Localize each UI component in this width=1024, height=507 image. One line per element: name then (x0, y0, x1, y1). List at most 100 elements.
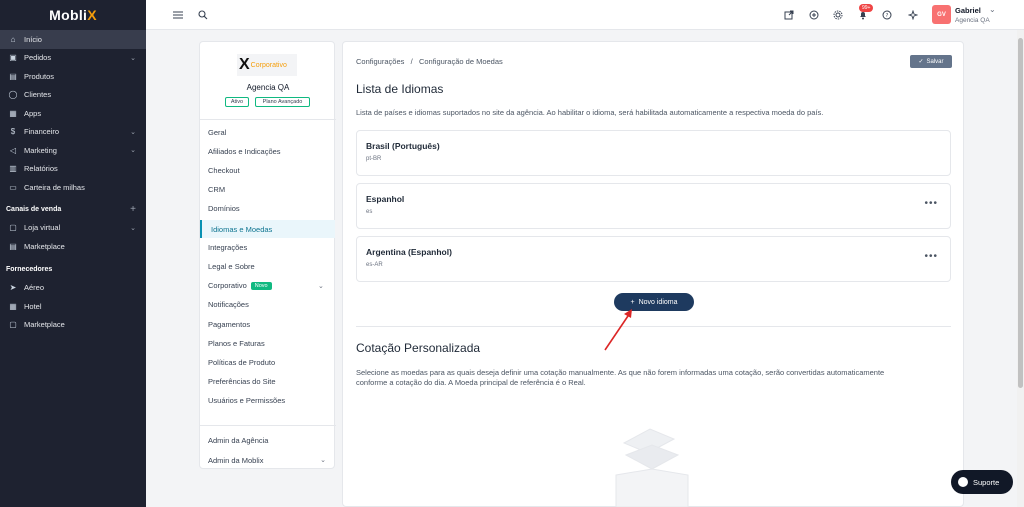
help-icon[interactable]: ? (881, 9, 893, 21)
scrollbar-thumb[interactable] (1018, 38, 1023, 388)
sidebar-item-relat-rios[interactable]: ▥ Relatórios (0, 160, 146, 179)
sidebar-item-in-cio[interactable]: ⌂ Início (0, 30, 146, 49)
settings-item-geral[interactable]: Geral (208, 125, 226, 139)
settings-item-label: Domínios (208, 204, 240, 214)
settings-item-corporativo[interactable]: Corporativo Novo ⌄ (208, 279, 324, 293)
sidebar-item-label: Clientes (24, 90, 52, 100)
add-channel-icon[interactable]: + (130, 204, 136, 215)
settings-item-afiliados-e-indica-es[interactable]: Afiliados e Indicações (208, 144, 281, 158)
language-card[interactable]: Brasil (Português) pt-BR (356, 130, 951, 176)
settings-item-pagamentos[interactable]: Pagamentos (208, 317, 250, 331)
chevron-down-icon[interactable]: ⌄ (318, 282, 324, 290)
save-button[interactable]: ✓ Salvar (910, 55, 952, 68)
chevron-down-icon[interactable]: ⌄ (130, 146, 136, 154)
external-link-icon[interactable] (783, 9, 795, 21)
settings-item-label: Corporativo (208, 281, 247, 291)
language-name: Argentina (Espanhol) (366, 247, 452, 257)
settings-item-admin-moblix[interactable]: Admin da Moblix (208, 453, 328, 467)
sidebar-item-label: Financeiro (24, 127, 60, 137)
sidebar-item-a-reo[interactable]: ➤ Aéreo (0, 279, 146, 298)
sidebar-item-produtos[interactable]: ▤ Produtos (0, 67, 146, 86)
sidebar-item-label: Marketing (24, 145, 57, 155)
sidebar-item-clientes[interactable]: ◯ Clientes (0, 86, 146, 105)
gear-icon[interactable] (832, 9, 844, 21)
support-button[interactable]: Suporte (951, 470, 1013, 494)
sidebar-item-loja-virtual[interactable]: ▢ Loja virtual ⌄ (0, 219, 146, 238)
box-icon: ▤ (9, 71, 17, 81)
settings-item-planos-e-faturas[interactable]: Planos e Faturas (208, 336, 265, 350)
settings-item-label: Notificações (208, 300, 249, 310)
menu-icon[interactable] (172, 9, 184, 21)
language-card[interactable]: Argentina (Espanhol) es-AR ••• (356, 236, 951, 282)
monitor-icon: ▢ (9, 223, 17, 233)
sidebar-item-marketing[interactable]: ◁ Marketing ⌄ (0, 141, 146, 160)
more-options-icon[interactable]: ••• (924, 198, 938, 209)
chevron-down-icon[interactable]: ⌄ (320, 456, 326, 464)
settings-item-label: Integrações (208, 242, 248, 252)
sales-channels-header: Canais de venda + (0, 201, 146, 219)
cart-icon: ▣ (9, 53, 17, 63)
chevron-down-icon[interactable]: ⌄ (130, 128, 136, 136)
settings-item-integra-es[interactable]: Integrações (208, 240, 247, 254)
settings-item-label: Usuários e Permissões (208, 396, 286, 406)
support-label: Suporte (973, 477, 1000, 487)
user-name[interactable]: Gabriel (955, 6, 981, 15)
settings-item-label: Legal e Sobre (208, 261, 255, 271)
settings-item-idiomas-e-moedas[interactable]: Idiomas e Moedas (200, 220, 335, 238)
sparkles-icon[interactable] (907, 9, 919, 21)
sidebar-item-financeiro[interactable]: $ Financeiro ⌄ (0, 123, 146, 142)
languages-description: Lista de países e idiomas suportados no … (356, 108, 824, 117)
status-badge: Ativo (225, 97, 249, 107)
save-label: Salvar (926, 58, 944, 65)
sidebar-item-label: Relatórios (24, 164, 58, 174)
settings-item-admin-agencia[interactable]: Admin da Agência (208, 433, 268, 447)
chevron-down-icon[interactable]: ⌄ (130, 54, 136, 62)
sidebar-item-apps[interactable]: ▦ Apps (0, 104, 146, 123)
check-icon: ✓ (918, 59, 924, 65)
settings-item-dom-nios[interactable]: Domínios (208, 202, 240, 216)
settings-item-checkout[interactable]: Checkout (208, 163, 240, 177)
breadcrumb[interactable]: Configurações / Configuração de Moedas (356, 57, 503, 66)
settings-item-notifica-es[interactable]: Notificações (208, 298, 249, 312)
settings-item-prefer-ncias-do-site[interactable]: Preferências do Site (208, 375, 276, 389)
svg-text:?: ? (886, 13, 889, 19)
settings-item-legal-e-sobre[interactable]: Legal e Sobre (208, 259, 255, 273)
divider (200, 119, 336, 120)
chevron-down-icon[interactable]: ⌄ (989, 5, 996, 14)
sidebar-item-pedidos[interactable]: ▣ Pedidos ⌄ (0, 49, 146, 68)
sidebar-item-label: Produtos (24, 71, 55, 81)
quote-description-line-2: conforme a cotação do dia. A Moeda princ… (356, 378, 586, 387)
sidebar-item-marketplace[interactable]: ▢ Marketplace (0, 316, 146, 335)
sidebar-item-marketplace[interactable]: ▤ Marketplace (0, 237, 146, 256)
settings-item-usu-rios-e-permiss-es[interactable]: Usuários e Permissões (208, 394, 285, 408)
settings-item-crm[interactable]: CRM (208, 183, 225, 197)
sidebar-item-label: Carteira de milhas (24, 182, 85, 192)
language-name: Brasil (Português) (366, 141, 440, 151)
settings-item-label: Admin da Moblix (208, 455, 264, 465)
sidebar-item-label: Hotel (24, 301, 42, 311)
search-icon[interactable] (197, 9, 209, 21)
settings-panel: X Corporativo Agencia QA Ativo Plano Avan… (199, 41, 336, 469)
add-circle-icon[interactable] (808, 9, 820, 21)
language-card[interactable]: Espanhol es ••• (356, 183, 951, 229)
map-icon: ▢ (9, 320, 17, 330)
notification-badge: 99+ (859, 4, 874, 12)
more-options-icon[interactable]: ••• (924, 251, 938, 262)
sidebar-item-hotel[interactable]: ▦ Hotel (0, 297, 146, 316)
topbar: 99+ ? GV Gabriel Agencia QA ⌄ (146, 0, 1024, 30)
settings-item-label: Pagamentos (208, 319, 251, 329)
moblix-logo[interactable]: Mobli X (0, 0, 146, 30)
store-icon: ▤ (9, 241, 17, 251)
chart-icon: ▥ (9, 164, 17, 174)
chevron-down-icon[interactable]: ⌄ (130, 224, 136, 232)
settings-item-pol-ticas-de-produto[interactable]: Políticas de Produto (208, 355, 275, 369)
wallet-icon: ▭ (9, 182, 17, 192)
sidebar-item-carteira-de-milhas[interactable]: ▭ Carteira de milhas (0, 178, 146, 197)
sidebar-item-label: Loja virtual (24, 223, 61, 233)
user-agency: Agencia QA (955, 17, 990, 24)
agency-logo: X Corporativo (237, 54, 297, 76)
divider (356, 326, 951, 327)
language-code: pt-BR (366, 156, 382, 162)
dollar-icon: $ (10, 127, 16, 137)
avatar[interactable]: GV (932, 5, 951, 24)
